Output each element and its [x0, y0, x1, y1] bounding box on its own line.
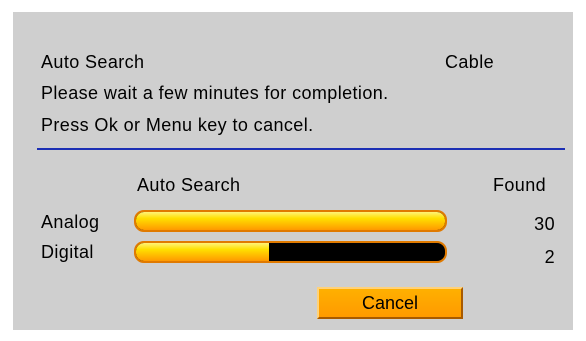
analog-label: Analog: [41, 212, 100, 232]
divider: [37, 148, 565, 150]
digital-found-count: 2: [544, 247, 555, 267]
dialog-title: Auto Search: [41, 52, 145, 72]
digital-progress-fill: [136, 243, 269, 261]
wait-message: Please wait a few minutes for completion…: [41, 83, 389, 103]
auto-search-dialog: Auto Search Cable Please wait a few minu…: [13, 12, 573, 330]
signal-type-label: Cable: [445, 52, 495, 72]
analog-found-count: 30: [534, 214, 555, 234]
analog-progress-fill: [136, 212, 445, 230]
analog-progress-bar: [134, 210, 447, 232]
auto-search-column-header: Auto Search: [137, 175, 241, 195]
cancel-button[interactable]: Cancel: [317, 287, 463, 319]
digital-label: Digital: [41, 242, 94, 262]
digital-progress-bar: [134, 241, 447, 263]
cancel-hint: Press Ok or Menu key to cancel.: [41, 115, 314, 135]
found-column-header: Found: [493, 175, 547, 195]
